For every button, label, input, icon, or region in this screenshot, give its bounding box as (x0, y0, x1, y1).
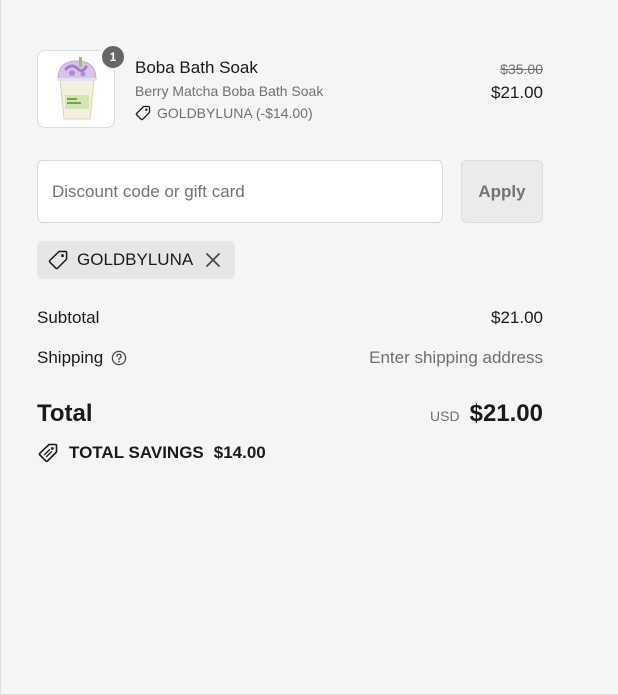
discount-code-input[interactable] (37, 160, 443, 223)
tag-icon (135, 105, 151, 121)
applied-code-label: GOLDBYLUNA (77, 250, 194, 269)
subtotal-row: Subtotal $21.00 (37, 308, 543, 328)
savings-value: $14.00 (213, 443, 266, 462)
product-thumbnail-icon (57, 57, 97, 120)
quantity-badge: 1 (100, 44, 126, 70)
line-item-price: $21.00 (491, 83, 543, 102)
product-thumbnail: 1 (37, 44, 126, 128)
subtotal-value: $21.00 (491, 308, 543, 327)
total-label: Total (37, 400, 93, 427)
savings-label: TOTAL SAVINGS (69, 443, 204, 462)
currency-code: USD (430, 408, 460, 424)
help-circle-icon[interactable] (111, 350, 127, 366)
savings-tag-icon (38, 443, 58, 463)
line-item: 1 Boba Bath Soak Berry Matcha Boba Bath … (37, 44, 543, 130)
product-variant: Berry Matcha Boba Bath Soak (135, 83, 324, 99)
total-savings: TOTAL SAVINGS $14.00 (37, 443, 266, 463)
total-value: $21.00 (469, 400, 543, 427)
total-amount: USD $21.00 (430, 400, 543, 428)
shipping-row: Shipping Enter shipping address (37, 348, 543, 368)
remove-discount-button[interactable] (203, 250, 223, 270)
product-discount-label: GOLDBYLUNA (-$14.00) (157, 105, 313, 121)
total-row: Total USD $21.00 (37, 400, 543, 428)
product-discount: GOLDBYLUNA (-$14.00) (135, 105, 313, 121)
applied-discount-tag: GOLDBYLUNA (37, 241, 236, 279)
shipping-label-group: Shipping (37, 348, 127, 368)
shipping-value: Enter shipping address (369, 348, 543, 367)
discount-form: Apply (37, 160, 543, 223)
original-price: $35.00 (500, 61, 543, 77)
product-title: Boba Bath Soak (135, 58, 258, 77)
apply-button[interactable]: Apply (461, 160, 543, 223)
shipping-label: Shipping (37, 348, 104, 367)
tag-icon (48, 250, 68, 270)
subtotal-label: Subtotal (37, 308, 100, 327)
close-icon (206, 253, 221, 267)
